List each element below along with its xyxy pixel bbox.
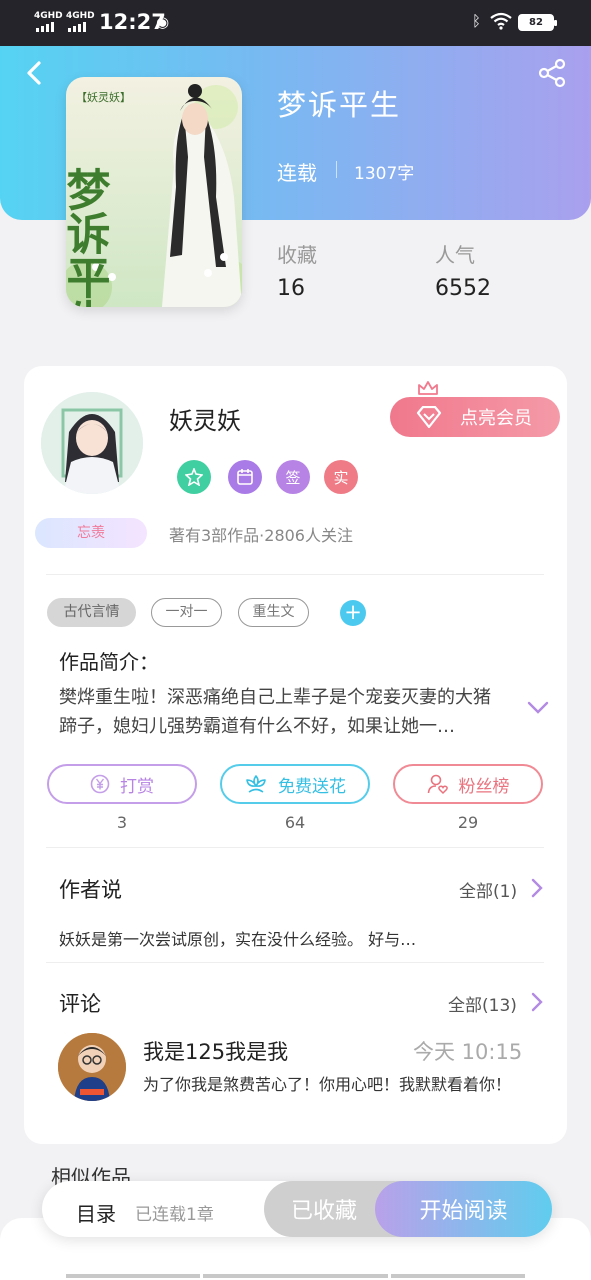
weibo-icon: ◉: [156, 13, 170, 31]
real-name-icon[interactable]: 实: [324, 460, 358, 494]
stat-label-favorites: 收藏: [277, 243, 317, 267]
status-bar: 4GHD 4GHD 12:27 ◉ ᛒ 82: [0, 0, 591, 46]
activate-vip-button[interactable]: 点亮会员: [390, 397, 560, 437]
tip-count: 3: [116, 813, 128, 832]
start-reading-label: 开始阅读: [419, 1199, 508, 1224]
tag-one-on-one[interactable]: 一对一: [151, 598, 222, 627]
comment-text[interactable]: 为了你我是煞费苦心了！你用心吧！我默默看着你！: [143, 1072, 523, 1098]
stat-value-popularity: 6552: [435, 276, 491, 301]
tag-rebirth[interactable]: 重生文: [238, 598, 309, 627]
nav-indicator: [391, 1274, 525, 1278]
comments-all-link[interactable]: 全部(13): [448, 991, 517, 1016]
nickname-tag: 忘羡: [35, 518, 147, 548]
divider: [46, 847, 544, 848]
calendar-icon[interactable]: [228, 460, 262, 494]
flower-count: 64: [284, 813, 306, 832]
author-avatar-image: [41, 392, 143, 494]
cover-title: 梦诉平生: [66, 167, 111, 307]
author-says-all-link[interactable]: 全部(1): [459, 877, 517, 902]
author-says-text[interactable]: 妖妖是第一次尝试原创，实在没什么经验。 好与…: [59, 926, 416, 950]
author-name[interactable]: 妖灵妖: [169, 401, 241, 436]
bluetooth-icon: ᛒ: [472, 12, 482, 30]
send-flower-button[interactable]: 免费送花: [220, 764, 370, 804]
tag-ancient-romance[interactable]: 古代言情: [47, 598, 136, 627]
nav-indicator: [203, 1274, 388, 1278]
user-heart-icon: [427, 774, 448, 795]
nav-indicator: [66, 1274, 200, 1278]
chevron-right-icon[interactable]: [530, 878, 544, 898]
author-avatar[interactable]: [41, 392, 143, 494]
tip-label: 打赏: [120, 776, 154, 797]
start-reading-button[interactable]: 开始阅读: [375, 1181, 552, 1237]
tip-button[interactable]: 打赏: [47, 764, 197, 804]
fan-ranking-label: 粉丝榜: [458, 776, 510, 797]
commenter-avatar-image: [58, 1033, 126, 1101]
fan-count: 29: [457, 813, 479, 832]
commenter-name[interactable]: 我是125我是我: [143, 1036, 288, 1066]
signal-label-2: 4GHD: [66, 11, 95, 21]
stat-value-favorites: 16: [277, 276, 305, 301]
comment-time: 今天 10:15: [413, 1040, 523, 1064]
cover-label: 【妖灵妖】: [76, 90, 131, 104]
word-count: 1307字: [354, 164, 415, 184]
author-summary: 著有3部作品·2806人关注: [169, 526, 353, 545]
send-flower-label: 免费送花: [278, 776, 346, 797]
vip-button-label: 点亮会员: [460, 408, 532, 429]
wifi-icon: [490, 12, 512, 30]
book-title: 梦诉平生: [277, 88, 402, 122]
favorited-label: 已收藏: [290, 1199, 357, 1224]
meta-divider: [336, 161, 337, 178]
commenter-avatar[interactable]: [58, 1033, 126, 1101]
author-says-title: 作者说: [59, 878, 122, 902]
crown-icon: [418, 381, 438, 395]
back-icon[interactable]: [24, 60, 46, 86]
signal-icon: [36, 22, 54, 32]
battery-level: 82: [520, 16, 552, 29]
chevron-down-icon[interactable]: [527, 701, 549, 715]
add-tag-icon[interactable]: +: [340, 600, 366, 626]
flower-icon: [246, 775, 266, 793]
share-icon[interactable]: [537, 58, 567, 88]
comments-title: 评论: [59, 992, 101, 1016]
stat-label-popularity: 人气: [435, 243, 475, 267]
divider: [46, 574, 544, 575]
fan-ranking-button[interactable]: 粉丝榜: [393, 764, 543, 804]
signal-label-1: 4GHD: [34, 11, 63, 21]
cover-illustration: 【妖灵妖】 梦诉平生: [66, 77, 242, 307]
sign-icon[interactable]: 签: [276, 460, 310, 494]
battery-icon: 82: [518, 14, 557, 31]
book-status: 连载: [277, 161, 317, 185]
medal-icon[interactable]: [177, 460, 211, 494]
signal-icon: [68, 22, 86, 32]
chevron-right-icon[interactable]: [530, 992, 544, 1012]
diamond-icon: [416, 406, 442, 428]
divider: [46, 962, 544, 963]
book-cover[interactable]: 【妖灵妖】 梦诉平生: [66, 77, 242, 307]
intro-heading: 作品简介：: [59, 650, 159, 674]
chapter-count: 已连载1章: [135, 1205, 214, 1225]
yuan-coin-icon: [90, 774, 110, 794]
table-of-contents-button[interactable]: 目录: [76, 1198, 116, 1227]
intro-text: 樊烨重生啦！深恶痛绝自己上辈子是个宠妾灭妻的大猪蹄子，媳妇儿强势霸道有什么不好，…: [59, 687, 491, 737]
